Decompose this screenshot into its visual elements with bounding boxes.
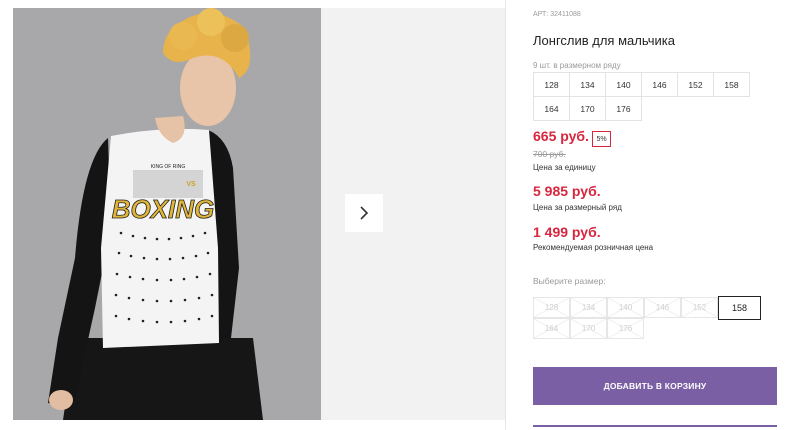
print-main-text: BOXING: [112, 194, 215, 224]
column-divider: [505, 0, 506, 430]
chevron-right-icon: [360, 206, 369, 220]
size-range-cell: 128: [533, 72, 570, 97]
size-range-grid: 128 134 140 146 152 158 164 170 176: [533, 72, 778, 121]
size-range-cell: 176: [605, 96, 642, 121]
choose-size-label: Выберите размер:: [533, 276, 606, 286]
product-title: Лонгслив для мальчика: [533, 33, 675, 48]
size-range-cell: 170: [569, 96, 606, 121]
size-option[interactable]: 164: [533, 318, 570, 339]
gallery-next-button[interactable]: [345, 194, 383, 232]
cart-underline: [533, 425, 777, 427]
size-option[interactable]: 152: [681, 297, 718, 318]
size-selector: 128 134 140 146 152 158 164 170 176: [533, 296, 778, 339]
unit-price-caption: Цена за единицу: [533, 163, 596, 172]
size-option[interactable]: 170: [570, 318, 607, 339]
print-small-text: KING OF RING: [151, 164, 186, 170]
size-range-cell: 152: [677, 72, 714, 97]
size-range-cell: 158: [713, 72, 750, 97]
set-price: 5 985 руб.: [533, 183, 601, 199]
unit-price: 665 руб.: [533, 128, 589, 144]
range-caption: 9 шт. в размерном ряду: [533, 61, 621, 70]
rrp-price-caption: Рекомендуемая розничная цена: [533, 243, 654, 252]
size-range-cell: 146: [641, 72, 678, 97]
print-vs-text: VS: [186, 181, 196, 188]
size-option[interactable]: 140: [607, 297, 644, 318]
size-range-cell: 140: [605, 72, 642, 97]
add-to-cart-button[interactable]: ДОБАВИТЬ В КОРЗИНУ: [533, 367, 777, 405]
old-price: 700 руб.: [533, 149, 566, 159]
size-range-cell: 164: [533, 96, 570, 121]
size-option[interactable]: 134: [570, 297, 607, 318]
discount-badge: 5%: [592, 131, 611, 147]
set-price-caption: Цена за размерный ряд: [533, 203, 622, 212]
rrp-price: 1 499 руб.: [533, 224, 601, 240]
product-photo: KING OF RING VS BOXING: [13, 8, 321, 420]
article-number: АРТ: 32411088: [533, 11, 581, 18]
size-option[interactable]: 128: [533, 297, 570, 318]
size-range-cell: 134: [569, 72, 606, 97]
size-option[interactable]: 176: [607, 318, 644, 339]
size-option[interactable]: 146: [644, 297, 681, 318]
product-gallery: KING OF RING VS BOXING: [0, 0, 505, 430]
size-option-selected[interactable]: 158: [718, 296, 761, 320]
